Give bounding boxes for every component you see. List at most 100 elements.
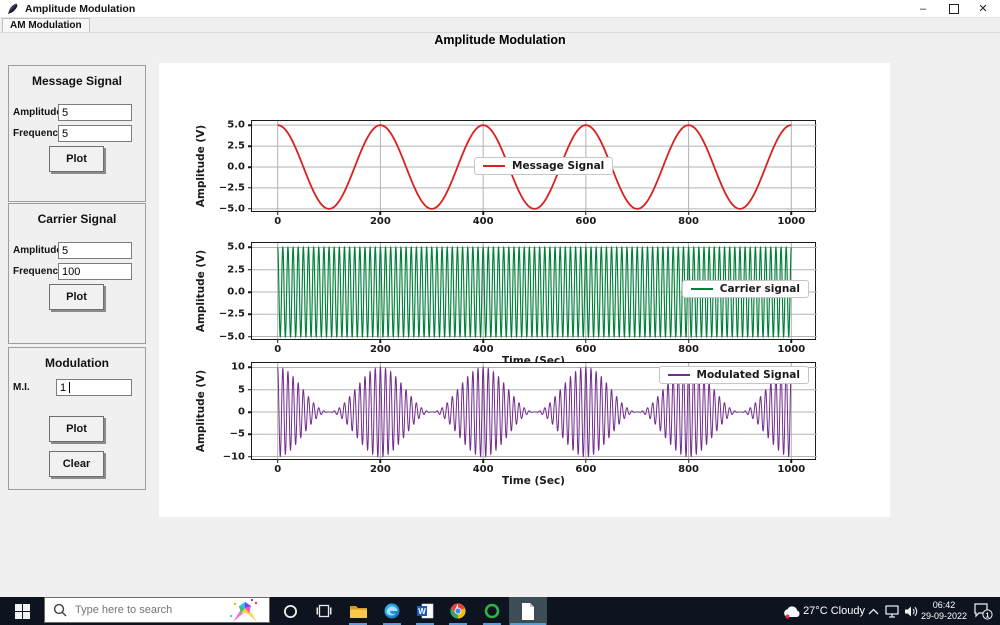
- carrier-signal-panel: Carrier Signal Amplitude Frequency Plot: [8, 203, 146, 344]
- y-tick-label: 0.0: [227, 286, 245, 298]
- y-tick-mark: [248, 433, 252, 436]
- action-center-button[interactable]: 1: [968, 597, 998, 625]
- message-amplitude-input[interactable]: [58, 104, 132, 121]
- chrome-icon: [450, 603, 466, 619]
- x-tick-mark: [482, 211, 484, 215]
- svg-text:W: W: [418, 607, 426, 616]
- minimize-button[interactable]: –: [908, 0, 938, 17]
- python-app-button[interactable]: [509, 597, 547, 625]
- y-tick-mark: [248, 246, 252, 249]
- x-tick-mark: [585, 211, 587, 215]
- panel-title: Modulation: [45, 356, 109, 370]
- y-tick-mark: [248, 455, 252, 458]
- green-ring-app-button[interactable]: [478, 597, 506, 625]
- y-tick-label: 0: [238, 406, 245, 418]
- search-input[interactable]: [73, 603, 223, 617]
- taskbar-search[interactable]: [44, 597, 270, 623]
- cortana-button[interactable]: [276, 597, 304, 625]
- y-tick-mark: [248, 335, 252, 338]
- x-tick-label: 800: [678, 344, 700, 355]
- legend-message: Message Signal: [474, 157, 614, 175]
- plot-modulated: 10 5 0 −5 −10 0 200 400 600 800 1000 Amplitude (V) T…: [195, 362, 817, 487]
- weather-button[interactable]: [780, 597, 804, 625]
- restore-button[interactable]: [939, 0, 969, 17]
- x-tick-label: 400: [472, 344, 494, 355]
- file-explorer-button[interactable]: [344, 597, 372, 625]
- clock-date: 29-09-2022: [920, 611, 968, 621]
- task-view-icon: [316, 604, 332, 618]
- word-button[interactable]: W: [411, 597, 439, 625]
- legend-label: Carrier signal: [719, 283, 800, 295]
- modulation-plot-button[interactable]: Plot: [49, 416, 104, 442]
- y-tick-label: 2.5: [227, 264, 245, 276]
- start-button[interactable]: [0, 597, 44, 625]
- party-ball-icon: [229, 599, 258, 622]
- y-tick-mark: [248, 124, 252, 126]
- python-app-doc-icon: [522, 602, 534, 620]
- legend-line-sample: [483, 165, 505, 167]
- y-tick-mark: [248, 166, 252, 168]
- text-cursor: [69, 382, 70, 393]
- x-tick-label: 0: [274, 344, 282, 355]
- frequency-label: Frequency: [13, 266, 64, 277]
- windows-logo-icon: [14, 603, 30, 619]
- x-tick-label: 0: [274, 464, 282, 475]
- y-tick-label: 0.0: [227, 161, 245, 173]
- edge-button[interactable]: [378, 597, 406, 625]
- y-tick-mark: [248, 187, 252, 189]
- task-view-button[interactable]: [310, 597, 338, 625]
- restore-icon: [949, 3, 959, 14]
- x-tick-mark: [482, 459, 484, 463]
- y-tick-label: 5: [238, 384, 245, 396]
- weather-text[interactable]: 27°C Cloudy: [803, 597, 865, 625]
- x-tick-mark: [276, 459, 279, 463]
- panel-title: Message Signal: [31, 74, 123, 88]
- chrome-button[interactable]: [444, 597, 472, 625]
- tab-am-modulation[interactable]: AM Modulation: [2, 18, 90, 32]
- y-tick-label: 2.5: [227, 140, 245, 152]
- close-button[interactable]: ✕: [968, 0, 998, 17]
- network-button[interactable]: [882, 597, 902, 625]
- legend-modulated: Modulated Signal: [658, 366, 809, 384]
- y-tick-label: −2.5: [218, 308, 245, 320]
- x-tick-label: 1000: [777, 344, 806, 355]
- x-tick-label: 600: [575, 216, 597, 227]
- carrier-amplitude-input[interactable]: [58, 242, 132, 259]
- title-bar: Amplitude Modulation: [0, 0, 1000, 18]
- tray-expand-button[interactable]: [864, 597, 882, 625]
- x-tick-mark: [585, 459, 587, 463]
- legend-line-sample: [667, 374, 690, 376]
- tab-bar: AM Modulation: [0, 18, 1000, 33]
- x-tick-label: 800: [678, 464, 700, 475]
- magnifier-icon: [53, 603, 67, 617]
- message-frequency-input[interactable]: [58, 125, 132, 142]
- mi-input[interactable]: [56, 379, 132, 396]
- volume-button[interactable]: [901, 597, 921, 625]
- x-tick-label: 600: [575, 464, 597, 475]
- word-icon: W: [416, 603, 433, 619]
- carrier-plot-button[interactable]: Plot: [49, 284, 104, 310]
- y-tick-mark: [248, 411, 252, 413]
- clock-time: 06:42: [932, 600, 956, 610]
- screen: { "window": { "title": "Amplitude Modula…: [0, 0, 1000, 625]
- frequency-label: Frequency: [13, 128, 64, 139]
- y-tick-label: −2.5: [218, 182, 245, 194]
- x-tick-mark: [790, 459, 793, 463]
- clock[interactable]: 06:42 29-09-2022: [920, 597, 968, 625]
- carrier-frequency-input[interactable]: [58, 263, 132, 280]
- x-tick-label: 200: [369, 216, 391, 227]
- x-tick-mark: [585, 339, 587, 343]
- message-plot-button[interactable]: Plot: [49, 146, 104, 172]
- y-tick-label: −10: [222, 451, 245, 463]
- y-axis-label: Amplitude (V): [195, 124, 207, 208]
- x-tick-mark: [379, 211, 382, 215]
- modulation-clear-button[interactable]: Clear: [49, 451, 104, 477]
- x-tick-label: 600: [575, 344, 597, 355]
- y-axis-label: Amplitude (V): [195, 369, 207, 453]
- x-tick-mark: [482, 339, 484, 343]
- x-tick-mark: [276, 211, 279, 215]
- legend-carrier: Carrier signal: [681, 280, 809, 298]
- x-tick-label: 1000: [777, 464, 806, 475]
- y-tick-mark: [248, 291, 252, 293]
- x-tick-label: 400: [472, 216, 494, 227]
